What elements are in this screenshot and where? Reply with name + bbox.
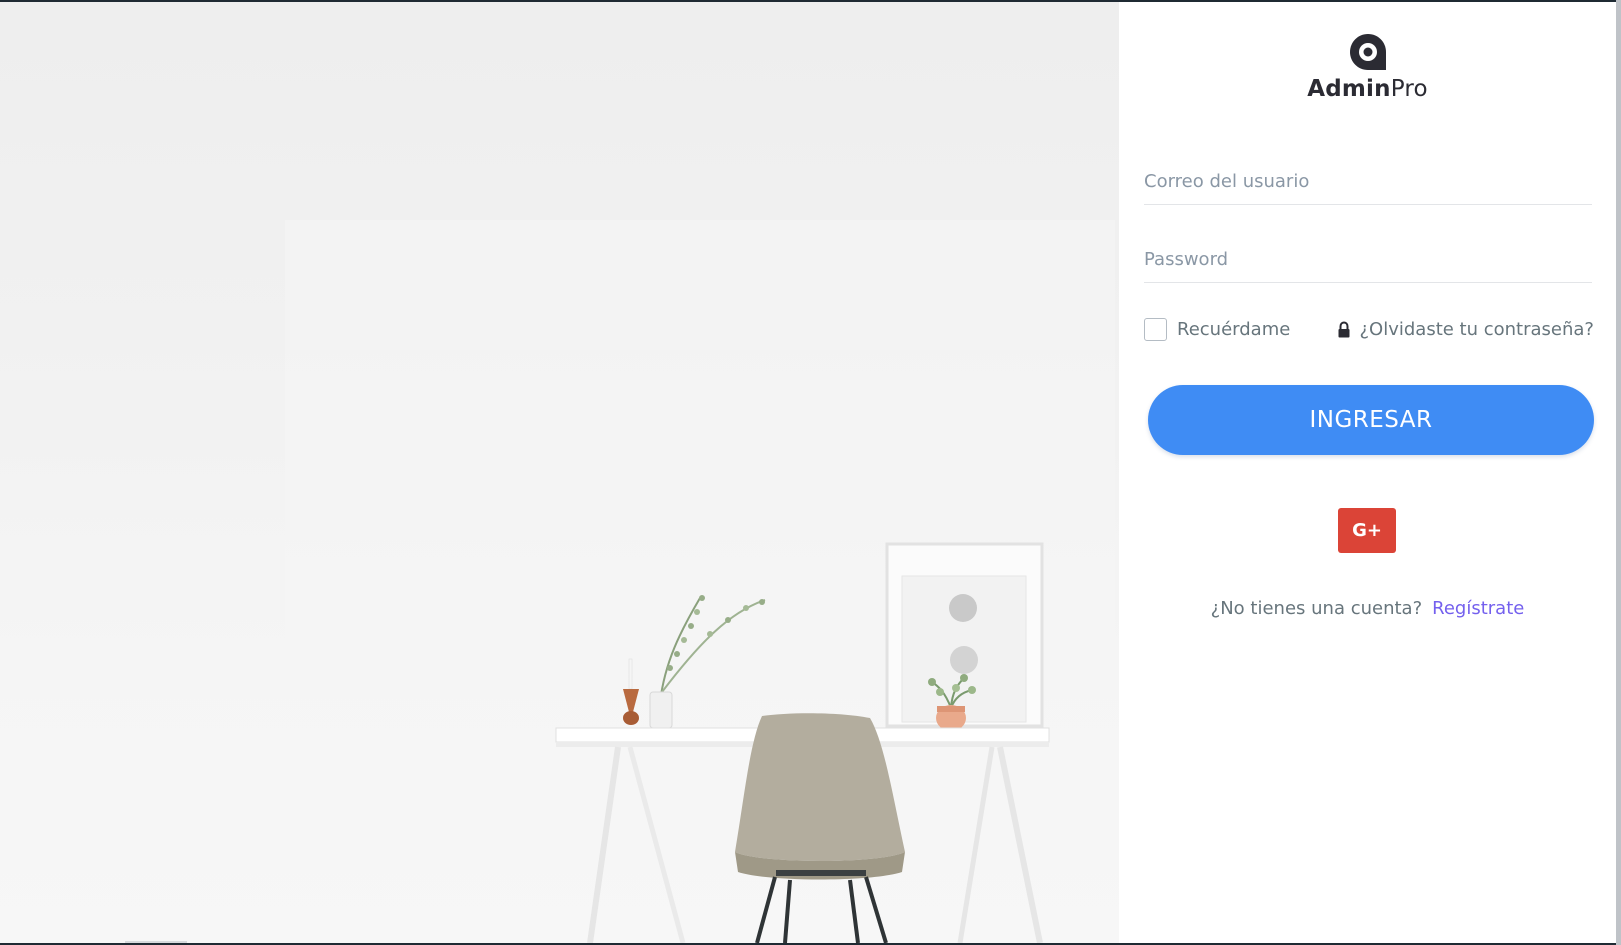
brand-logo: AdminPro [1119, 32, 1616, 102]
picture-dot-bottom [950, 646, 978, 674]
login-page: AdminPro Recuérdame ¿Olvidaste tu contra… [0, 2, 1621, 943]
picture-dot-top [949, 594, 977, 622]
candle-holder [623, 658, 639, 725]
signup-row: ¿No tienes una cuenta? Regístrate [1119, 598, 1616, 619]
admin-pro-logo-icon [1349, 34, 1386, 70]
password-field[interactable] [1144, 236, 1592, 283]
google-login-button[interactable]: G+ [1338, 508, 1396, 553]
hero-illustration [555, 542, 1050, 943]
no-account-text: ¿No tienes una cuenta? [1210, 598, 1423, 619]
google-plus-icon: G+ [1352, 520, 1382, 541]
login-button[interactable]: INGRESAR [1148, 385, 1594, 455]
chair [735, 713, 905, 943]
login-panel: AdminPro Recuérdame ¿Olvidaste tu contra… [1119, 2, 1616, 943]
email-field[interactable] [1144, 158, 1592, 205]
lock-icon [1338, 321, 1350, 338]
brand-name: AdminPro [1307, 76, 1428, 102]
forgot-password-link[interactable]: ¿Olvidaste tu contraseña? [1359, 319, 1594, 340]
remember-checkbox[interactable] [1144, 318, 1167, 341]
remember-row: Recuérdame ¿Olvidaste tu contraseña? [1144, 318, 1594, 344]
signup-link[interactable]: Regístrate [1432, 598, 1524, 619]
remember-label[interactable]: Recuérdame [1177, 319, 1290, 340]
brand-name-light: Pro [1390, 76, 1428, 102]
window-right-edge [1616, 0, 1621, 945]
brand-name-strong: Admin [1307, 76, 1391, 102]
hero-image [0, 2, 1119, 943]
vase-branch [649, 595, 766, 729]
